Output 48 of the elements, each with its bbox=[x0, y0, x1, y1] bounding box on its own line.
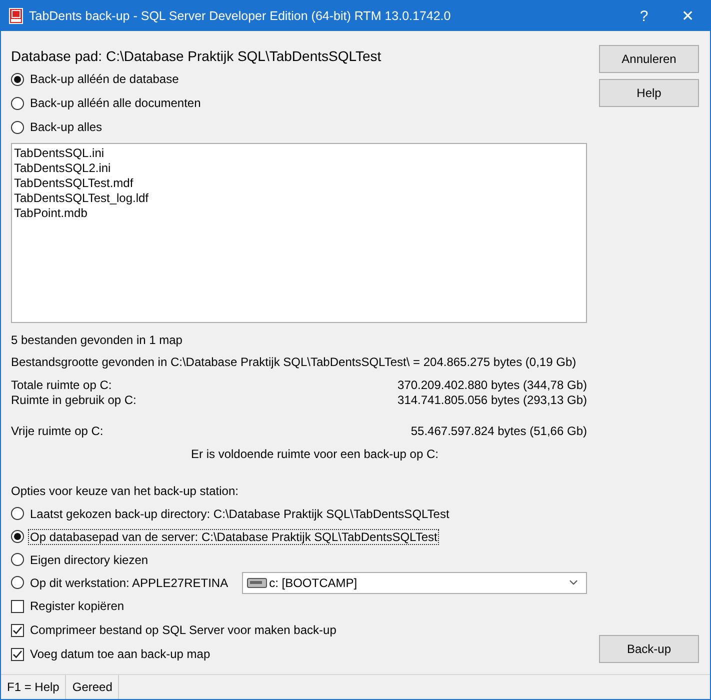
backup-button[interactable]: Back-up bbox=[599, 635, 699, 663]
stat-value: 55.467.597.824 bytes (51,66 Gb) bbox=[410, 424, 587, 439]
checkbox[interactable] bbox=[11, 648, 24, 660]
radio-label: Back-up alles bbox=[29, 119, 104, 135]
dialog-button[interactable]: Help bbox=[599, 79, 699, 107]
stat-value: 314.741.805.056 bytes (293,13 Gb) bbox=[398, 393, 587, 408]
radio-label: Op databasepad van de server: C:\Database Praktijk SQL\TabDentsSQLTest bbox=[28, 528, 440, 544]
radio-label: Laatst gekozen back-up directory: C:\Database Praktijk SQL\TabDentsSQLTest bbox=[29, 506, 450, 522]
size-summary: Bestandsgrootte gevonden in C:\Database Praktijk SQL\TabDentsSQLTest\ = 204.865.275 bytes (0,19 Gb) bbox=[11, 355, 578, 369]
database-path: Database pad: C:\Database Praktijk SQL\TabDentsSQLTest bbox=[11, 47, 382, 66]
stat-label: Totale ruimte op C: bbox=[11, 378, 112, 393]
dialog-button[interactable]: Annuleren bbox=[599, 45, 699, 73]
radio-label: Back-up alléén de database bbox=[29, 71, 180, 87]
file-item[interactable]: TabDentsSQLTest_log.ldf bbox=[14, 191, 584, 206]
file-item[interactable]: TabDentsSQL2.ini bbox=[14, 161, 584, 176]
window-title: TabDents back-up - SQL Server Developer Edition (64-bit) RTM 13.0.1742.0 bbox=[29, 9, 452, 23]
checkbox[interactable] bbox=[11, 624, 24, 636]
checkbox-label: Register kopiëren bbox=[29, 598, 126, 614]
radio-label: Op dit werkstation: APPLE27RETINA bbox=[29, 574, 230, 590]
radio-button[interactable] bbox=[11, 530, 24, 543]
checkbox-label: Comprimeer bestand op SQL Server voor maken back-up bbox=[29, 622, 338, 638]
radio-button[interactable] bbox=[11, 96, 24, 110]
stat-label: Vrije ruimte op C: bbox=[11, 424, 104, 439]
radio-label: Back-up alléén alle documenten bbox=[29, 95, 202, 111]
radio-label: Eigen directory kiezen bbox=[29, 552, 150, 568]
stat-value: 370.209.402.880 bytes (344,78 Gb) bbox=[398, 378, 587, 393]
drive-select[interactable]: c: [BOOTCAMP] bbox=[242, 572, 587, 594]
radio-button[interactable] bbox=[11, 553, 24, 566]
drive-icon bbox=[247, 578, 268, 588]
space-message: Er is voldoende ruimte voor een back-up op C: bbox=[191, 447, 440, 461]
checkbox[interactable] bbox=[11, 600, 24, 612]
file-item[interactable]: TabPoint.mdb bbox=[14, 206, 584, 221]
radio-button[interactable] bbox=[11, 507, 24, 520]
app-icon bbox=[9, 8, 23, 24]
help-button[interactable]: ? bbox=[622, 1, 666, 31]
close-button[interactable]: ✕ bbox=[666, 1, 710, 31]
radio-button[interactable] bbox=[11, 120, 24, 134]
radio-button[interactable] bbox=[11, 576, 24, 589]
status-text: F1 = Help bbox=[1, 675, 66, 699]
stat-label: Ruimte in gebruik op C: bbox=[11, 393, 136, 408]
found-summary: 5 bestanden gevonden in 1 map bbox=[11, 333, 184, 347]
file-list[interactable]: TabDentsSQL.ini TabDentsSQL2.ini TabDentsSQLTest.mdf TabDentsSQLTest_log.ldf TabPoint.mdb bbox=[11, 143, 587, 323]
status-text: Gereed bbox=[66, 675, 120, 699]
file-item[interactable]: TabDentsSQL.ini bbox=[14, 146, 584, 161]
radio-button[interactable] bbox=[11, 72, 24, 86]
checkbox-label: Voeg datum toe aan back-up map bbox=[29, 646, 212, 662]
station-heading: Opties voor keuze van het back-up station: bbox=[11, 484, 240, 498]
file-item[interactable]: TabDentsSQLTest.mdf bbox=[14, 176, 584, 191]
